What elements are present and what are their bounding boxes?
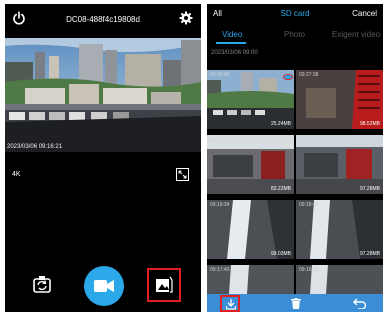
gear-icon[interactable] — [179, 11, 193, 25]
video-time: 09:27:38 — [299, 72, 319, 78]
video-thumbnail[interactable]: 09:17:40 — [207, 265, 294, 294]
video-thumbnail[interactable]: 09:19:34 99.03MB — [207, 200, 294, 259]
video-size: 98.52MB — [359, 121, 380, 127]
sd-card-header: All SD card Cancel — [207, 4, 383, 26]
video-time: 09:28:49 — [210, 72, 230, 78]
live-preview[interactable]: 2023/03/06 09:16:21 — [5, 38, 201, 152]
cancel-button[interactable]: Cancel — [352, 9, 377, 18]
video-camera-icon — [94, 279, 114, 293]
video-size: 97.28MB — [359, 251, 380, 257]
video-time: 09:17:40 — [210, 267, 230, 273]
date-group-header: 2023/03/06 09:00 — [211, 50, 258, 56]
video-time: 09:19:34 — [210, 202, 230, 208]
sd-card-screen: All SD card Cancel Video Photo Exigent v… — [207, 4, 383, 312]
video-time: 09:18:40 — [299, 202, 319, 208]
video-time: 09:20:24 — [299, 137, 319, 143]
live-timestamp: 2023/03/06 09:16:21 — [7, 144, 63, 150]
expand-icon[interactable] — [176, 168, 189, 181]
video-time: 09:21:14 — [210, 137, 230, 143]
video-thumbnail[interactable]: 09:21:14 83.22MB — [207, 135, 294, 194]
video-time: 09:16:20 — [299, 267, 319, 273]
tab-exigent-video[interactable]: Exigent video — [332, 30, 380, 39]
trash-icon[interactable] — [291, 298, 301, 309]
video-size: 25.24MB — [270, 121, 291, 127]
video-thumbnail[interactable]: 09:16:20 — [296, 265, 383, 294]
download-icon — [226, 299, 236, 310]
power-icon[interactable] — [12, 11, 26, 25]
tab-photo[interactable]: Photo — [284, 30, 305, 39]
video-thumbnail[interactable]: 09:18:40 97.28MB — [296, 200, 383, 259]
download-button[interactable] — [220, 295, 240, 312]
record-button[interactable] — [84, 266, 124, 306]
gallery-icon — [155, 276, 173, 294]
device-id: DC08-488f4c19808d — [66, 15, 140, 24]
video-size: 97.28MB — [359, 186, 380, 192]
video-size: 83.22MB — [270, 186, 291, 192]
switch-camera-icon[interactable] — [31, 274, 53, 296]
active-tab-indicator — [216, 42, 246, 44]
video-thumbnail[interactable]: 09:28:49 25.24MB — [207, 70, 294, 129]
gallery-button[interactable] — [147, 268, 181, 302]
back-icon[interactable] — [353, 298, 367, 309]
camera-live-screen: DC08-488f4c19808d 2023/03/06 09:16:21 4K — [5, 4, 201, 312]
video-size: 99.03MB — [270, 251, 291, 257]
video-thumbnail[interactable]: 09:20:24 97.28MB — [296, 135, 383, 194]
selected-check-icon[interactable] — [283, 74, 293, 80]
video-thumbnail[interactable]: 09:27:38 98.52MB — [296, 70, 383, 129]
resolution-label[interactable]: 4K — [12, 171, 21, 178]
tab-video[interactable]: Video — [222, 30, 242, 39]
